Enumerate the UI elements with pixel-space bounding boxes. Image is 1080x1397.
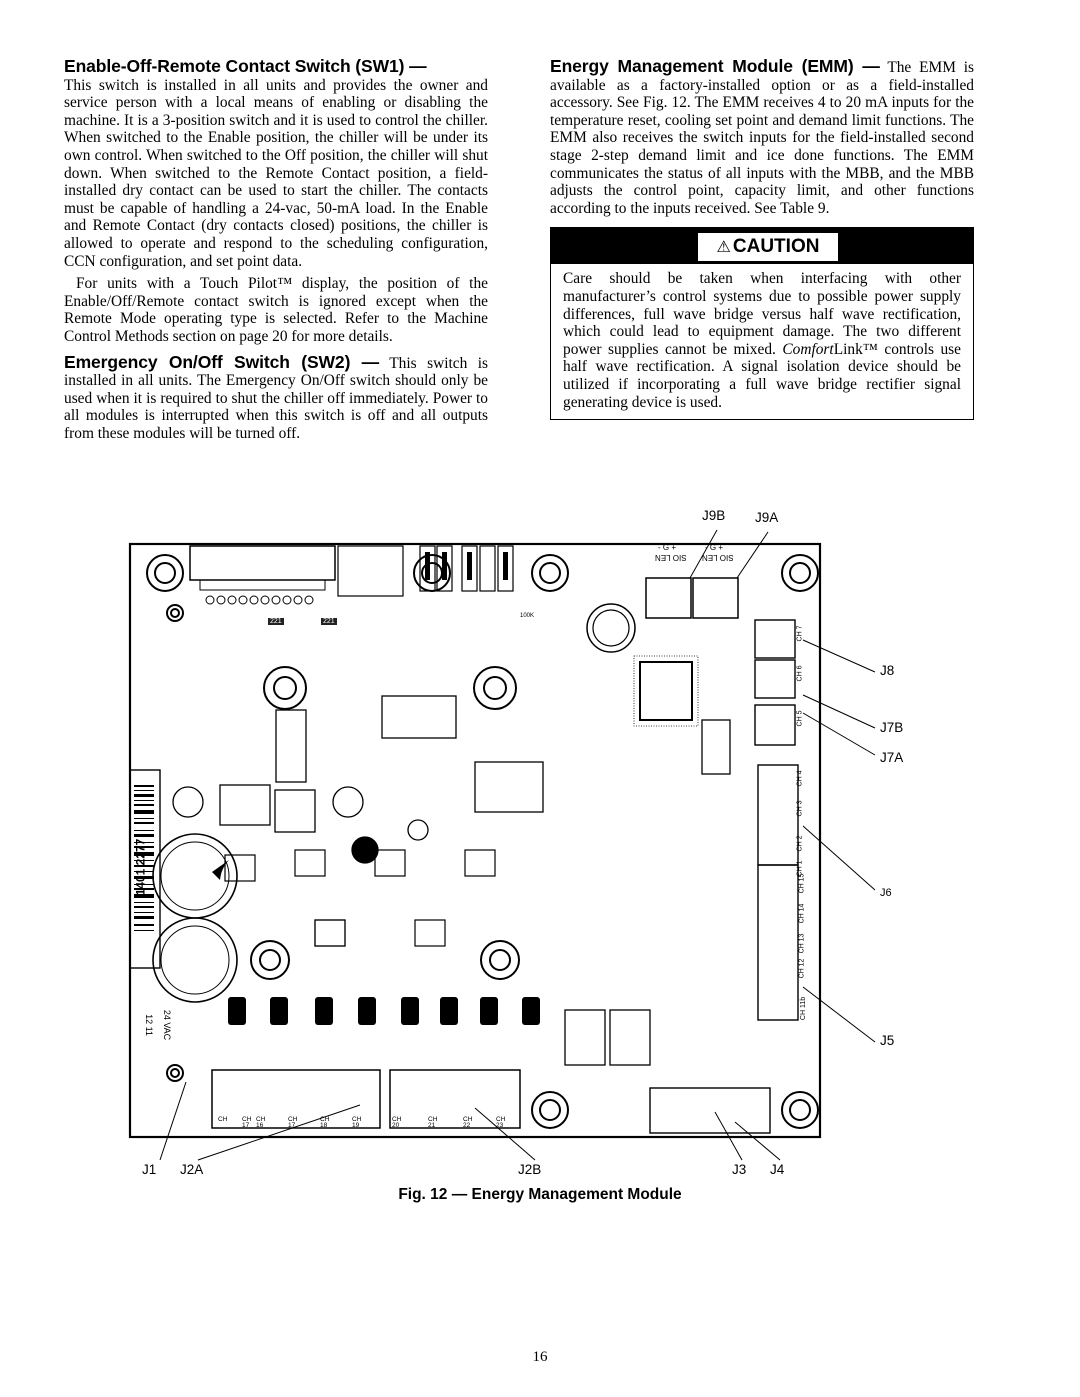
- sio-len-label-j9a: SIO LEN: [702, 553, 734, 562]
- barcode-number: 1401 2277: [133, 838, 148, 896]
- callout-j9b: J9B: [702, 508, 726, 523]
- channel-label-right: CH 5: [796, 710, 804, 727]
- callout-j6: J6: [880, 887, 892, 899]
- emm-body: The EMM is available as a factory-instal…: [550, 59, 974, 217]
- sw1-body: This switch is installed in all units an…: [64, 76, 488, 270]
- right-column: Energy Management Module (EMM) — The EMM…: [550, 56, 974, 421]
- channel-label-right: CH 13: [798, 933, 806, 954]
- sio-pins-j9b: - G +: [658, 543, 677, 552]
- channel-label-right: CH 14: [798, 903, 806, 924]
- resistor-221-label: 221: [268, 618, 284, 625]
- page-number: 16: [532, 1349, 548, 1365]
- mounting-holes: [146, 554, 819, 1129]
- sw1-section: Enable-Off-Remote Contact Switch (SW1) —…: [64, 56, 488, 270]
- callout-j9a: J9A: [755, 510, 779, 525]
- callout-j3: J3: [732, 1162, 747, 1177]
- sio-len-label-j9b: SIO LEN: [655, 553, 687, 562]
- channel-label-right: CH 7: [796, 625, 804, 642]
- resistor-221-label-2: 221: [321, 618, 337, 625]
- left-column: Enable-Off-Remote Contact Switch (SW1) —…: [64, 56, 488, 443]
- channel-label-bottom: CH 21: [428, 1116, 438, 1129]
- caution-header: ⚠ CAUTION: [551, 228, 973, 265]
- caution-box: ⚠ CAUTION Care should be taken when inter…: [550, 227, 974, 421]
- emm-heading: Energy Management Module (EMM) —: [550, 56, 880, 76]
- channel-label-right: CH 2: [796, 835, 804, 852]
- channel-label-bottom: CH 23: [496, 1116, 506, 1129]
- caution-title: CAUTION: [732, 236, 820, 258]
- channel-label-bottom: CH 19: [352, 1116, 362, 1129]
- channel-label-right: CH 11b: [800, 996, 808, 1021]
- callout-j4: J4: [770, 1162, 785, 1177]
- channel-label-bottom: CH 20: [392, 1116, 402, 1129]
- channel-label-right: CH 12: [798, 958, 806, 979]
- sw2-heading: Emergency On/Off Switch (SW2) —: [64, 351, 380, 372]
- callout-j2b: J2B: [518, 1162, 542, 1177]
- figure-caption: Fig. 12 — Energy Management Module: [398, 1186, 682, 1203]
- emm-section: Energy Management Module (EMM) — The EMM…: [550, 56, 974, 217]
- sw1-heading: Enable-Off-Remote Contact Switch (SW1) —: [64, 56, 427, 76]
- channel-label-right: CH 6: [796, 665, 804, 682]
- channel-label-right: CH 15: [798, 873, 806, 894]
- callout-j2a: J2A: [180, 1162, 204, 1177]
- power-label: 24 VAC: [162, 1009, 173, 1041]
- resistor-100k-label: 100K: [520, 613, 535, 619]
- warning-triangle-icon: ⚠: [716, 239, 731, 257]
- sw1-note: For units with a Touch Pilot™ display, t…: [64, 275, 488, 345]
- channel-label-bottom: CH 17: [242, 1116, 252, 1129]
- channel-label-right: CH 4: [796, 770, 804, 787]
- circuit-board-drawing: [128, 529, 876, 1161]
- channel-label-bottom: CH: [218, 1116, 228, 1123]
- board-outline: [128, 542, 822, 1139]
- caution-text-italic: Comfort: [782, 340, 834, 358]
- sw2-section: Emergency On/Off Switch (SW2) — This swi…: [64, 351, 488, 443]
- caution-text: Care should be taken when interfacing wi…: [563, 270, 961, 411]
- callout-j7a: J7A: [880, 750, 904, 765]
- energy-management-module-figure: SIO LEN SIO LEN - G + - G + 24 VAC 12 11…: [120, 500, 960, 1200]
- channel-label-bottom: CH 18: [320, 1116, 330, 1129]
- channel-label-bottom: CH 22: [463, 1116, 473, 1129]
- callout-j1: J1: [142, 1162, 157, 1177]
- channel-label-bottom: CH 17: [288, 1116, 298, 1129]
- callout-j7b: J7B: [880, 720, 904, 735]
- caution-label: ⚠ CAUTION: [697, 232, 839, 263]
- callout-j5: J5: [880, 1033, 895, 1048]
- channel-label-bottom: CH 16: [256, 1116, 266, 1129]
- power-pins-label: 12 11: [143, 1014, 154, 1036]
- sio-pins-j9a: - G +: [705, 543, 724, 552]
- callout-j8: J8: [880, 663, 895, 678]
- channel-label-right: CH 3: [796, 800, 804, 817]
